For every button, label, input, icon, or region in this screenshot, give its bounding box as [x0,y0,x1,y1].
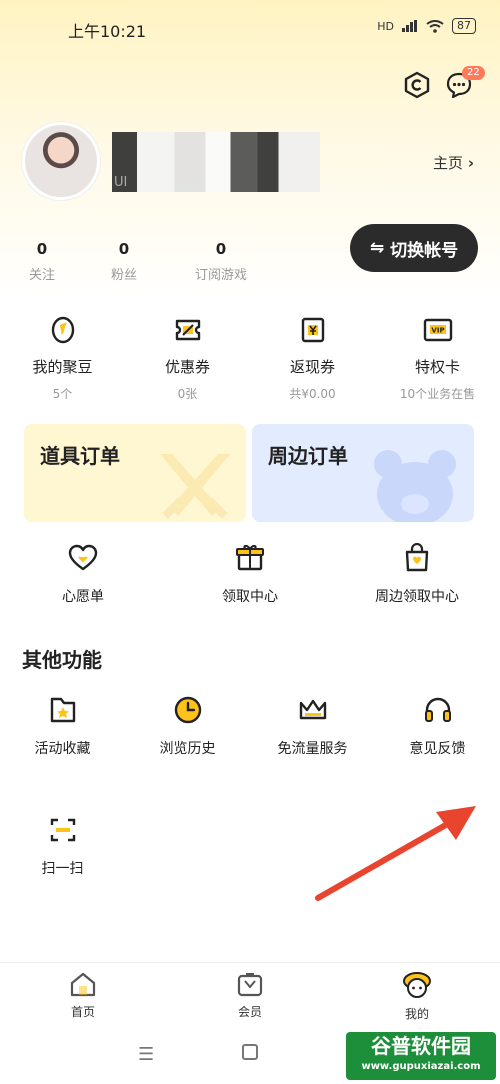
service-claim-center[interactable]: 领取中心 [167,542,333,606]
wifi-icon [426,19,444,33]
swap-arrows-icon: ⇋ [369,238,385,258]
home-icon [70,972,96,997]
nav-label: 我的 [404,1007,429,1021]
feature-label: 意见反馈 [409,741,466,757]
username-redacted [112,132,320,192]
wallet-label: 我的聚豆 [32,358,93,376]
home-square-icon[interactable] [242,1044,258,1060]
clock-icon [174,696,201,724]
battery-indicator: 87 [452,18,476,34]
watermark-logo: 谷普软件园 www.gupuxiazai.com [346,1032,496,1080]
stat-value: 0 [118,240,130,258]
bear-icon [374,450,456,522]
feature-label: 浏览历史 [159,741,216,757]
annotation-arrow [315,806,476,901]
service-label: 周边领取中心 [375,589,459,605]
watermark-url: www.gupuxiazai.com [361,1061,481,1072]
wallet-label: 特权卡 [414,358,460,376]
feature-browse-history[interactable]: 浏览历史 [125,694,250,758]
stat-followers[interactable]: 0 粉丝 [102,240,146,283]
stat-value: 0 [215,240,227,258]
switch-account-label: 切换帐号 [390,240,459,261]
avatar[interactable] [22,122,100,200]
wallet-sub: 10个业务在售 [399,387,476,401]
merch-order-title: 周边订单 [268,444,348,468]
stat-following[interactable]: 0 关注 [20,240,64,283]
wallet-sub: 共¥0.00 [289,387,336,401]
nav-home[interactable]: 首页 [0,971,166,1020]
stat-label: 粉丝 [110,268,137,283]
vip-card-icon: VIP [423,318,452,342]
bag-icon [405,543,429,572]
stat-subscribed-games[interactable]: 0 订阅游戏 [186,240,256,283]
feature-label: 免流量服务 [277,741,348,757]
member-icon [237,973,263,997]
homepage-label: 主页 [433,154,464,172]
hexagon-settings-icon [404,71,430,99]
props-order-title: 道具订单 [40,444,120,468]
stat-label: 订阅游戏 [194,268,247,283]
service-label: 心愿单 [62,589,104,605]
watermark-text: 谷普软件园 [371,1034,471,1058]
scan-icon [50,818,75,842]
signal-icon [402,20,417,32]
heart-icon [68,544,98,571]
stat-value: 0 [36,240,48,258]
nav-label: 会员 [237,1005,262,1019]
message-badge: 22 [462,66,485,80]
service-merch-claim-center[interactable]: 周边领取中心 [334,542,500,606]
cashback-icon [301,317,324,343]
nav-member[interactable]: 会员 [167,971,333,1020]
props-order-card[interactable]: 道具订单 [24,424,246,522]
bean-icon [51,316,74,344]
bottom-nav: 首页 会员 我的 [0,962,500,1024]
wallet-item-coupons[interactable]: 优惠券 0张 [125,314,250,402]
folder-star-icon [50,697,75,723]
wallet-item-vip-card[interactable]: VIP 特权卡 10个业务在售 [375,314,500,402]
feature-activity-favorites[interactable]: 活动收藏 [0,694,125,758]
merch-order-card[interactable]: 周边订单 [252,424,474,522]
uid-label: UI [114,175,128,190]
menu-lines-icon[interactable]: ☰ [138,1044,154,1065]
feature-label: 扫一扫 [41,861,84,877]
feature-free-data-service[interactable]: 免流量服务 [250,694,375,758]
wallet-item-beans[interactable]: 我的聚豆 5个 [0,314,125,402]
service-wishlist[interactable]: 心愿单 [0,542,166,606]
coupon-icon [175,319,200,341]
service-label: 领取中心 [222,589,278,605]
status-time: 上午10:21 [68,22,147,41]
chevron-right-icon: › [467,154,474,172]
wallet-sub: 5个 [52,387,73,401]
wallet-sub: 0张 [177,387,198,401]
status-icons: HD 87 [377,18,476,34]
feature-scan[interactable]: 扫一扫 [0,814,125,878]
homepage-link[interactable]: 主页 › [433,152,474,173]
switch-account-button[interactable]: ⇋ 切换帐号 [350,224,478,272]
nav-mine[interactable]: 我的 [334,971,500,1022]
settings-button[interactable] [402,70,432,100]
svg-text:VIP: VIP [431,327,444,335]
wallet-item-cashback[interactable]: 返现券 共¥0.00 [250,314,375,402]
feature-label: 活动收藏 [34,741,91,757]
mine-icon [403,972,431,998]
network-label: HD [377,19,394,33]
gift-icon [236,544,264,571]
crown-icon [299,699,326,720]
nav-label: 首页 [70,1005,95,1019]
stat-label: 关注 [28,268,55,283]
headset-icon [424,697,451,722]
wallet-label: 返现券 [289,358,335,376]
feature-feedback[interactable]: 意见反馈 [375,694,500,758]
wallet-label: 优惠券 [164,358,210,376]
other-features-title: 其他功能 [22,648,102,672]
crossed-swords-icon [160,454,230,519]
